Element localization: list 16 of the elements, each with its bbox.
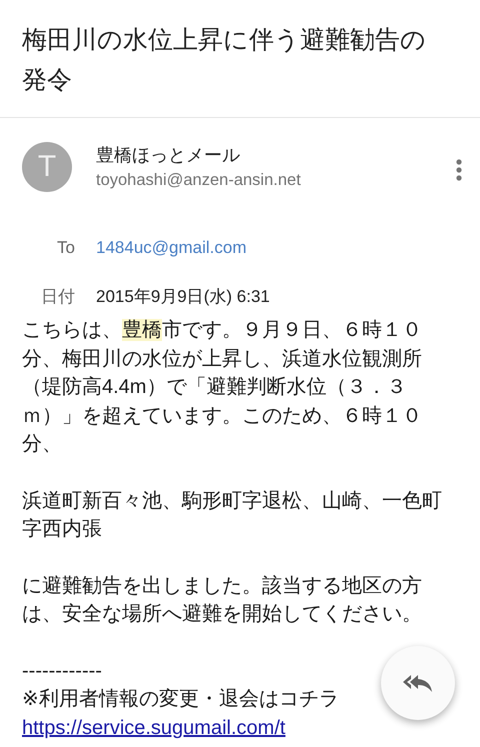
field-label: To bbox=[56, 238, 75, 258]
body-paragraph: に避難勧告を出しました。該当する地区の方 は、安全な場所へ避難を開始してください。 bbox=[22, 574, 422, 627]
email-subject: 梅田川の水位上昇に伴う避難勧告の発令 bbox=[22, 25, 427, 96]
avatar: T bbox=[22, 142, 72, 192]
recipient-link[interactable]: 1484uc@gmail.com bbox=[96, 238, 246, 258]
body-paragraph: ------------ ※利用者情報の変更・退会はコチラ bbox=[22, 658, 339, 712]
sender-name: 豊橋ほっとメール bbox=[96, 144, 241, 167]
sender-address: toyohashi@anzen-ansin.net bbox=[96, 170, 302, 191]
more-menu-icon[interactable] bbox=[456, 159, 462, 181]
date-text: 2015年9月9日(水) 6:31 bbox=[96, 286, 270, 308]
reply-all-button[interactable] bbox=[381, 646, 455, 720]
body-paragraph: こちらは、豊橋市です。９月９日、６時１０ 分、梅田川の水位が上昇し、浜道水位観測所 （堤防高4.4m）で「避難判断水位（３．３ ｍ）」を超えています。このため、６時１０ 分、 bbox=[22, 318, 422, 457]
link[interactable]: https://service.sugumail.com/t bbox=[22, 714, 286, 742]
body-paragraph: 浜道町新百々池、駒形町字退松、山崎、一色町 字西内張 bbox=[22, 488, 442, 542]
reply-all-icon bbox=[403, 673, 433, 693]
field-label: 日付 bbox=[40, 286, 75, 308]
